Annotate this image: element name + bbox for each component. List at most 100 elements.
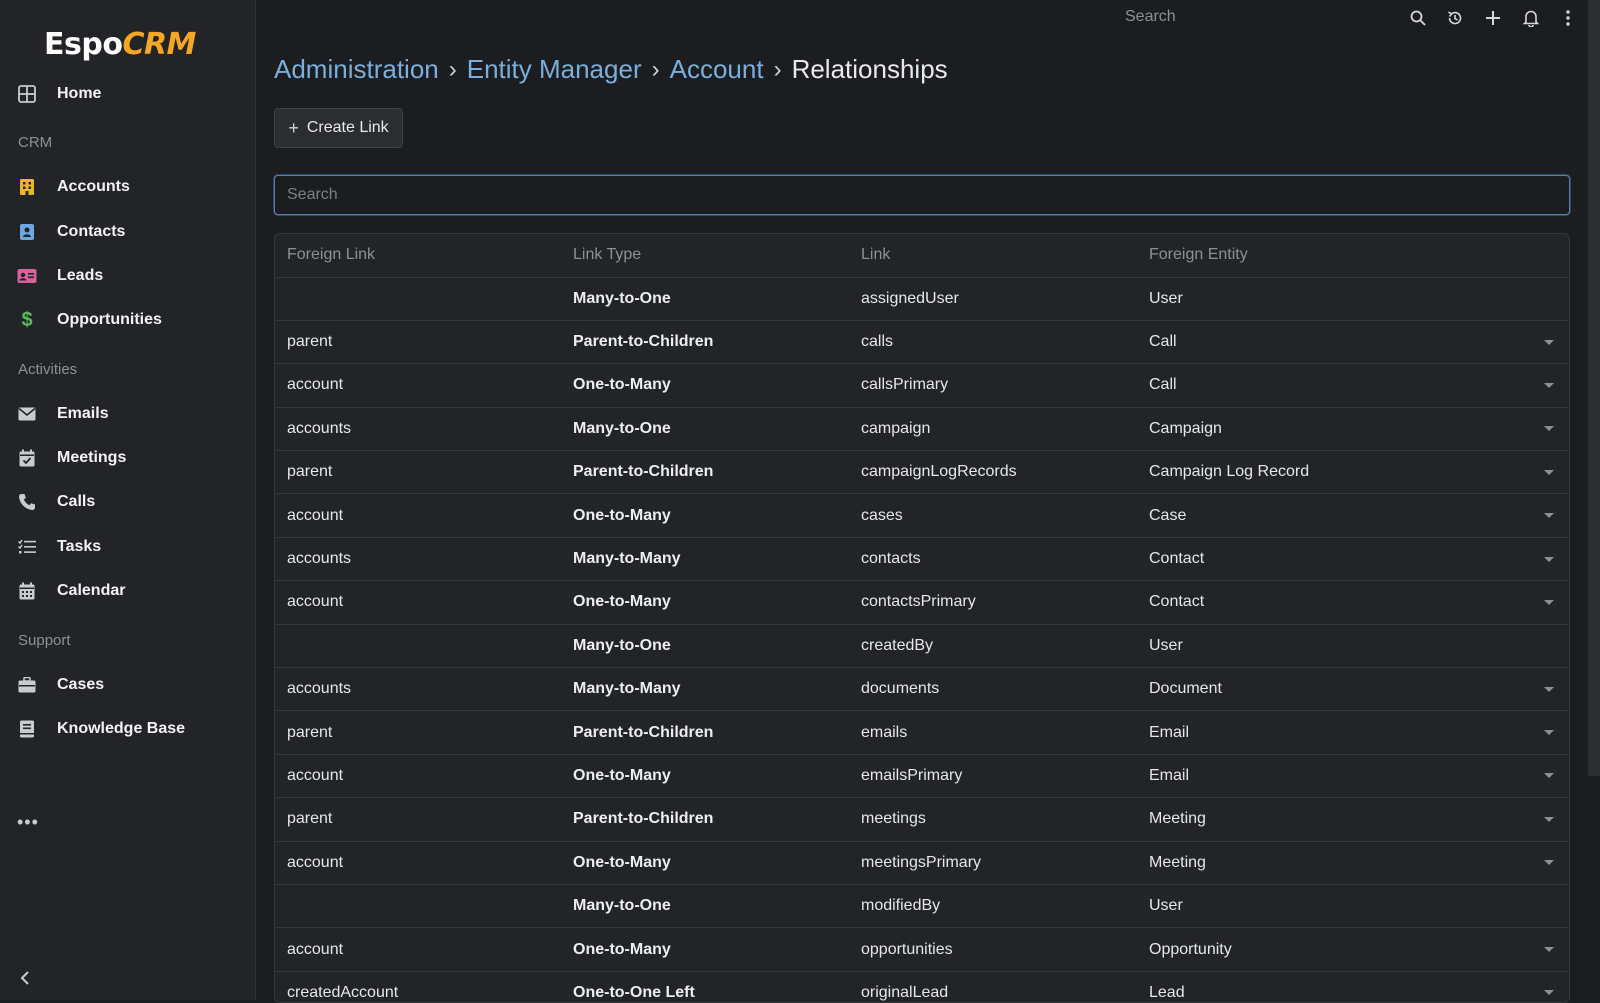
sidebar: Espo CRM Home CRM Accounts Contacts Lead… bbox=[0, 0, 256, 1000]
row-actions-cell bbox=[1529, 624, 1569, 669]
row-actions-cell bbox=[1529, 320, 1569, 365]
cell-link: assignedUser bbox=[849, 277, 1137, 321]
table-row: account One-to-Many contactsPrimary Contact bbox=[275, 580, 1569, 625]
bell-icon[interactable] bbox=[1521, 8, 1541, 28]
sidebar-item-label: Meetings bbox=[57, 449, 127, 466]
sidebar-item-contacts[interactable]: Contacts bbox=[0, 212, 255, 252]
row-actions-caret-icon[interactable] bbox=[1544, 860, 1554, 866]
search-icon[interactable] bbox=[1408, 8, 1428, 28]
table-row: parent Parent-to-Children emails Email bbox=[275, 710, 1569, 755]
sidebar-item-meetings[interactable]: Meetings bbox=[0, 438, 255, 478]
sidebar-item-tasks[interactable]: Tasks bbox=[0, 527, 255, 567]
column-header-link-type: Link Type bbox=[561, 234, 849, 278]
sidebar-item-home[interactable]: Home bbox=[0, 74, 255, 114]
sidebar-item-cases[interactable]: Cases bbox=[0, 665, 255, 705]
sidebar-item-label: Calls bbox=[57, 493, 96, 510]
collapse-sidebar-icon[interactable] bbox=[18, 970, 34, 986]
cell-link-type: One-to-Many bbox=[561, 363, 849, 408]
sidebar-item-accounts[interactable]: Accounts bbox=[0, 167, 255, 207]
table-row: account One-to-Many opportunities Opportuni… bbox=[275, 927, 1569, 972]
cell-foreign-link: parent bbox=[275, 450, 561, 495]
sidebar-item-label: Leads bbox=[57, 267, 104, 284]
create-link-button[interactable]: + Create Link bbox=[274, 108, 403, 148]
cell-link: opportunities bbox=[849, 927, 1137, 972]
kebab-menu-icon[interactable] bbox=[1558, 8, 1578, 28]
relationships-search-input[interactable] bbox=[274, 175, 1570, 215]
cell-foreign-link: account bbox=[275, 841, 561, 885]
cell-link: callsPrimary bbox=[849, 363, 1137, 408]
breadcrumb: Administration › Entity Manager › Accoun… bbox=[274, 54, 948, 85]
column-header-foreign-entity: Foreign Entity bbox=[1137, 234, 1529, 278]
nav-group-activities: Activities bbox=[18, 361, 78, 378]
breadcrumb-separator: › bbox=[773, 55, 782, 83]
cell-foreign-entity: Call bbox=[1137, 363, 1529, 408]
cell-foreign-entity: Case bbox=[1137, 493, 1529, 538]
table-row: parent Parent-to-Children calls Call bbox=[275, 320, 1569, 365]
row-actions-caret-icon[interactable] bbox=[1544, 426, 1554, 432]
cell-foreign-entity: Lead bbox=[1137, 971, 1529, 1002]
id-card-icon bbox=[17, 266, 37, 286]
cell-link-type: Many-to-One bbox=[561, 407, 849, 452]
global-search-input[interactable]: Search bbox=[1125, 8, 1176, 26]
cell-foreign-link: accounts bbox=[275, 407, 561, 452]
table-row: account One-to-Many callsPrimary Call bbox=[275, 363, 1569, 408]
sidebar-item-calls[interactable]: Calls bbox=[0, 482, 255, 522]
row-actions-caret-icon[interactable] bbox=[1544, 686, 1554, 692]
breadcrumb-account[interactable]: Account bbox=[670, 54, 764, 85]
contact-card-icon bbox=[17, 222, 37, 242]
breadcrumb-administration[interactable]: Administration bbox=[274, 54, 439, 85]
row-actions-caret-icon[interactable] bbox=[1544, 730, 1554, 736]
espocrm-logo[interactable]: Espo CRM bbox=[44, 18, 196, 62]
column-header-link: Link bbox=[849, 234, 1137, 278]
cell-foreign-link: createdAccount bbox=[275, 971, 561, 1002]
sidebar-item-label: Tasks bbox=[57, 538, 102, 555]
cell-foreign-entity: Email bbox=[1137, 754, 1529, 799]
cell-foreign-entity: Document bbox=[1137, 667, 1529, 712]
row-actions-caret-icon[interactable] bbox=[1544, 773, 1554, 779]
phone-icon bbox=[17, 492, 37, 512]
sidebar-item-leads[interactable]: Leads bbox=[0, 256, 255, 296]
cell-link-type: Many-to-One bbox=[561, 277, 849, 321]
sidebar-item-label: Accounts bbox=[57, 178, 130, 195]
sidebar-item-emails[interactable]: Emails bbox=[0, 394, 255, 434]
breadcrumb-entity-manager[interactable]: Entity Manager bbox=[467, 54, 642, 85]
row-actions-cell bbox=[1529, 754, 1569, 799]
calendar-check-icon bbox=[17, 448, 37, 468]
sidebar-item-calendar[interactable]: Calendar bbox=[0, 571, 255, 611]
row-actions-caret-icon[interactable] bbox=[1544, 513, 1554, 519]
table-row: account One-to-Many cases Case bbox=[275, 493, 1569, 538]
cell-foreign-link bbox=[275, 624, 561, 669]
sidebar-item-opportunities[interactable]: $ Opportunities bbox=[0, 300, 255, 340]
briefcase-icon bbox=[17, 675, 37, 695]
row-actions-caret-icon[interactable] bbox=[1544, 990, 1554, 996]
cell-foreign-entity: Meeting bbox=[1137, 797, 1529, 842]
table-header-row: Foreign Link Link Type Link Foreign Enti… bbox=[275, 234, 1569, 278]
row-actions-caret-icon[interactable] bbox=[1544, 816, 1554, 822]
table-row: createdAccount One-to-One Left originalLea… bbox=[275, 971, 1569, 1002]
row-actions-caret-icon[interactable] bbox=[1544, 599, 1554, 605]
cell-link: campaign bbox=[849, 407, 1137, 452]
row-actions-cell bbox=[1529, 277, 1569, 321]
row-actions-caret-icon[interactable] bbox=[1544, 339, 1554, 345]
cell-link: contactsPrimary bbox=[849, 580, 1137, 625]
sidebar-item-knowledge-base[interactable]: Knowledge Base bbox=[0, 709, 255, 749]
cell-link-type: Parent-to-Children bbox=[561, 710, 849, 755]
logo-text-crm: CRM bbox=[122, 27, 196, 62]
cell-foreign-entity: User bbox=[1137, 277, 1529, 321]
cell-foreign-link bbox=[275, 277, 561, 321]
cell-foreign-link: account bbox=[275, 580, 561, 625]
more-menu-icon[interactable]: ••• bbox=[17, 812, 39, 833]
page-scrollbar[interactable] bbox=[1588, 0, 1600, 776]
row-actions-caret-icon[interactable] bbox=[1544, 556, 1554, 562]
cell-link: modifiedBy bbox=[849, 884, 1137, 929]
row-actions-caret-icon[interactable] bbox=[1544, 947, 1554, 953]
breadcrumb-separator: › bbox=[448, 55, 457, 83]
cell-link-type: Many-to-One bbox=[561, 624, 849, 669]
row-actions-cell bbox=[1529, 971, 1569, 1002]
row-actions-caret-icon[interactable] bbox=[1544, 469, 1554, 475]
history-icon[interactable] bbox=[1445, 8, 1465, 28]
plus-icon[interactable] bbox=[1483, 8, 1503, 28]
breadcrumb-separator: › bbox=[651, 55, 660, 83]
row-actions-caret-icon[interactable] bbox=[1544, 382, 1554, 388]
table-row: accounts Many-to-Many documents Document bbox=[275, 667, 1569, 712]
